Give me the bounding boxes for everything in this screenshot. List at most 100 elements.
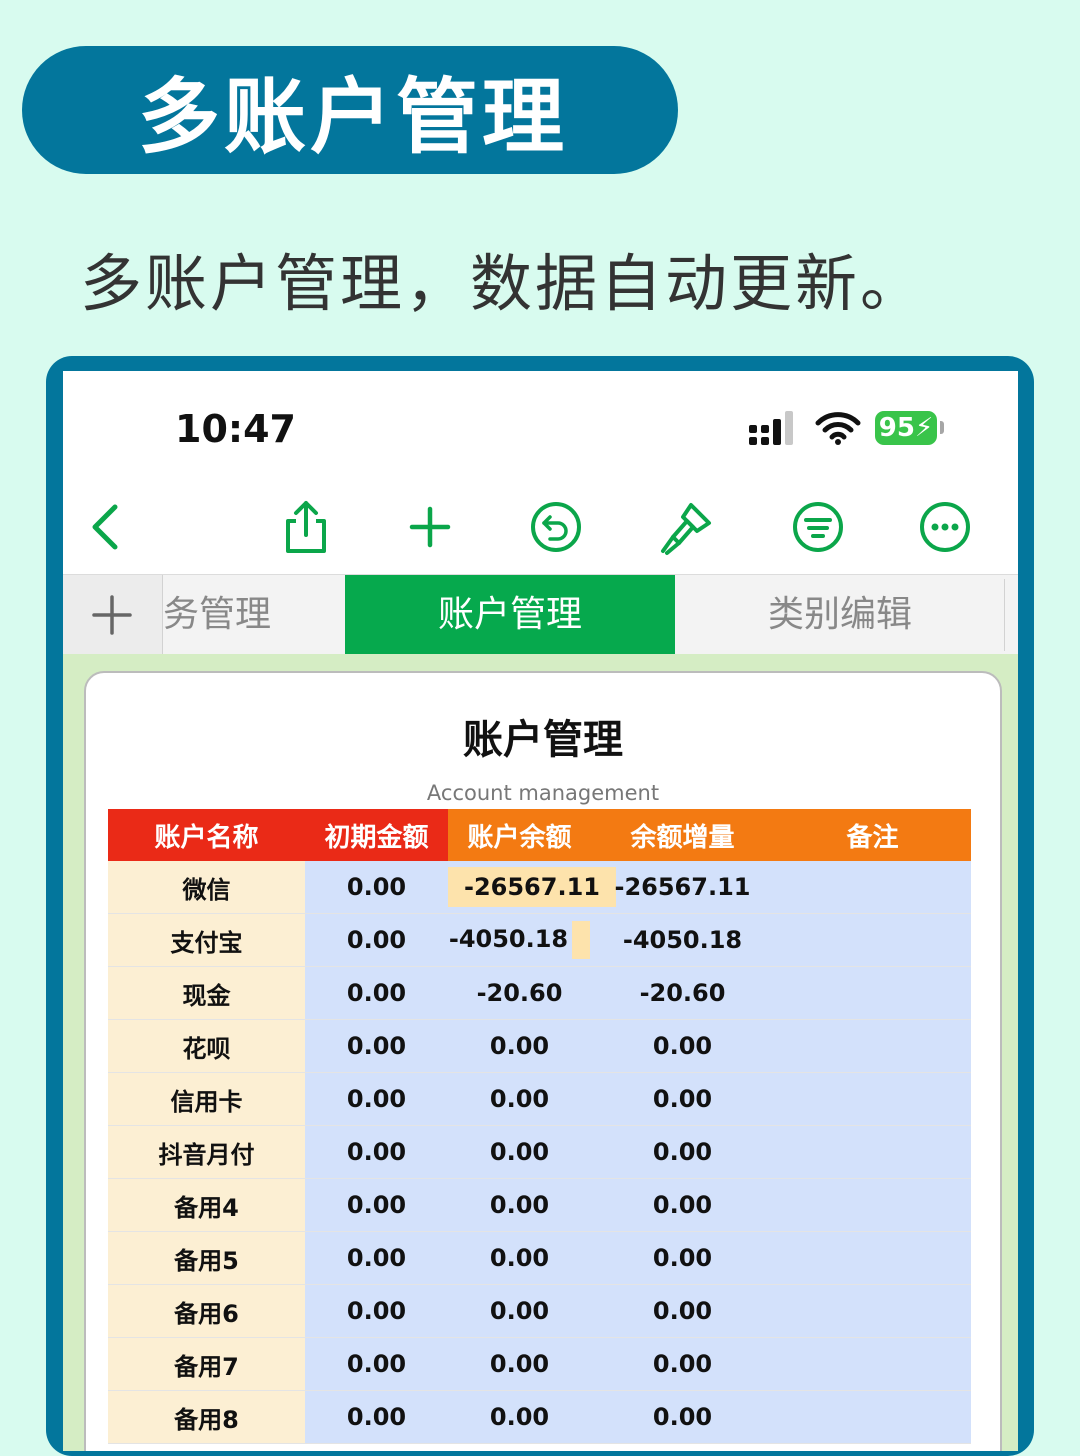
- cell-delta[interactable]: 0.00: [591, 1231, 774, 1285]
- table-header-row: 账户名称 初期金额 账户余额 余额增量 备注: [108, 809, 971, 861]
- cell-balance[interactable]: 0.00: [448, 1231, 591, 1285]
- cell-account-name[interactable]: 微信: [108, 861, 305, 914]
- table-row: 花呗 0.00 0.00 0.00: [108, 1019, 971, 1073]
- cell-note[interactable]: [774, 1337, 971, 1391]
- tab-previous-sheet[interactable]: 务管理: [163, 575, 343, 655]
- cell-initial[interactable]: 0.00: [305, 966, 448, 1020]
- header-note[interactable]: 备注: [774, 809, 971, 861]
- cell-initial[interactable]: 0.00: [305, 1231, 448, 1285]
- page-subtitle: 多账户管理，数据自动更新。: [80, 247, 926, 320]
- cell-balance[interactable]: 0.00: [448, 1337, 591, 1391]
- table-row: 现金 0.00 -20.60 -20.60: [108, 966, 971, 1020]
- card-title: 账户管理: [463, 717, 623, 763]
- cell-initial[interactable]: 0.00: [305, 1284, 448, 1338]
- cell-note[interactable]: [774, 1178, 971, 1232]
- table-row: 信用卡 0.00 0.00 0.00: [108, 1072, 971, 1126]
- cell-account-name[interactable]: 备用5: [108, 1231, 305, 1285]
- table-row: 备用4 0.00 0.00 0.00: [108, 1178, 971, 1232]
- table-row: 抖音月付 0.00 0.00 0.00: [108, 1125, 971, 1179]
- battery-tip: [940, 421, 944, 434]
- more-icon[interactable]: [915, 497, 975, 557]
- table-row: 备用8 0.00 0.00 0.00: [108, 1390, 971, 1444]
- account-table: 账户名称 初期金额 账户余额 余额增量 备注 微信 0.00 -26567.11…: [108, 809, 971, 1444]
- cell-delta[interactable]: 0.00: [591, 1072, 774, 1126]
- header-account-name[interactable]: 账户名称: [108, 809, 305, 861]
- cell-account-name[interactable]: 现金: [108, 966, 305, 1020]
- cell-delta[interactable]: 0.00: [591, 1284, 774, 1338]
- cell-delta[interactable]: -20.60: [591, 966, 774, 1020]
- cell-balance[interactable]: 0.00: [448, 1125, 591, 1179]
- cell-account-name[interactable]: 信用卡: [108, 1072, 305, 1126]
- cell-account-name[interactable]: 备用8: [108, 1390, 305, 1444]
- cell-initial[interactable]: 0.00: [305, 913, 448, 967]
- cell-initial[interactable]: 0.00: [305, 1390, 448, 1444]
- table-row: 微信 0.00 -26567.11 -26567.11: [108, 861, 971, 914]
- cell-balance[interactable]: 0.00: [448, 1178, 591, 1232]
- cell-initial[interactable]: 0.00: [305, 1178, 448, 1232]
- tab-category-edit[interactable]: 类别编辑: [675, 575, 1005, 655]
- header-balance[interactable]: 账户余额: [448, 809, 591, 861]
- cell-initial[interactable]: 0.00: [305, 1019, 448, 1073]
- cell-account-name[interactable]: 支付宝: [108, 913, 305, 967]
- cell-initial[interactable]: 0.00: [305, 861, 448, 914]
- table-row: 备用6 0.00 0.00 0.00: [108, 1284, 971, 1338]
- cell-account-name[interactable]: 抖音月付: [108, 1125, 305, 1179]
- table-row: 备用7 0.00 0.00 0.00: [108, 1337, 971, 1391]
- cell-note[interactable]: [774, 1125, 971, 1179]
- battery-indicator: 95⚡: [875, 411, 937, 445]
- add-sheet-button[interactable]: [63, 575, 163, 655]
- cell-note[interactable]: [774, 966, 971, 1020]
- cell-account-name[interactable]: 备用4: [108, 1178, 305, 1232]
- card-subtitle: Account management: [426, 781, 660, 805]
- header-initial-amount[interactable]: 初期金额: [305, 809, 448, 861]
- cell-initial[interactable]: 0.00: [305, 1072, 448, 1126]
- add-icon[interactable]: [400, 497, 460, 557]
- cell-balance[interactable]: 0.00: [448, 1072, 591, 1126]
- cell-balance[interactable]: -26567.11: [448, 861, 616, 914]
- cell-note[interactable]: [774, 1390, 971, 1444]
- cell-account-name[interactable]: 花呗: [108, 1019, 305, 1073]
- balance-value: -4050.18: [448, 925, 569, 953]
- cell-initial[interactable]: 0.00: [305, 1337, 448, 1391]
- cell-balance[interactable]: 0.00: [448, 1019, 591, 1073]
- filter-icon[interactable]: [788, 497, 848, 557]
- wifi-icon: [815, 411, 861, 449]
- cell-delta[interactable]: 0.00: [591, 1178, 774, 1232]
- plus-icon: [92, 595, 132, 635]
- format-brush-icon[interactable]: [657, 497, 717, 557]
- battery-level: 95: [878, 413, 915, 443]
- cell-delta[interactable]: 0.00: [591, 1390, 774, 1444]
- cell-balance[interactable]: -20.60: [448, 966, 591, 1020]
- table-row: 支付宝 0.00 -4050.18 -4050.18: [108, 913, 971, 967]
- cell-note[interactable]: [774, 1284, 971, 1338]
- share-icon[interactable]: [276, 497, 336, 557]
- cell-delta[interactable]: 0.00: [591, 1019, 774, 1073]
- cell-account-name[interactable]: 备用7: [108, 1337, 305, 1391]
- cellular-signal-icon: [749, 411, 799, 449]
- header-balance-delta[interactable]: 余额增量: [591, 809, 774, 861]
- cell-delta[interactable]: -4050.18: [591, 913, 774, 967]
- cell-account-name[interactable]: 备用6: [108, 1284, 305, 1338]
- cell-initial[interactable]: 0.00: [305, 1125, 448, 1179]
- cell-balance[interactable]: 0.00: [448, 1390, 591, 1444]
- cell-delta[interactable]: -26567.11: [591, 861, 774, 914]
- cell-note[interactable]: [774, 861, 971, 914]
- cell-delta[interactable]: 0.00: [591, 1337, 774, 1391]
- tab-account-management[interactable]: 账户管理: [345, 575, 675, 655]
- cell-note[interactable]: [774, 1231, 971, 1285]
- cell-balance[interactable]: 0.00: [448, 1284, 591, 1338]
- back-chevron-icon[interactable]: [77, 497, 137, 557]
- cell-note[interactable]: [774, 1072, 971, 1126]
- table-row: 备用5 0.00 0.00 0.00: [108, 1231, 971, 1285]
- banner-title: 多账户管理: [138, 70, 569, 165]
- sheet-tab-bar: 务管理 账户管理 类别编辑: [63, 574, 1018, 655]
- status-time: 10:47: [175, 407, 296, 451]
- cell-note[interactable]: [774, 1019, 971, 1073]
- highlighted-balance: -26567.11: [448, 867, 616, 907]
- cell-note[interactable]: [774, 913, 971, 967]
- cell-balance[interactable]: -4050.18: [448, 913, 591, 967]
- cell-delta[interactable]: 0.00: [591, 1125, 774, 1179]
- undo-icon[interactable]: [526, 497, 586, 557]
- highlight-marker: [572, 921, 591, 959]
- charging-bolt-icon: ⚡: [914, 413, 934, 443]
